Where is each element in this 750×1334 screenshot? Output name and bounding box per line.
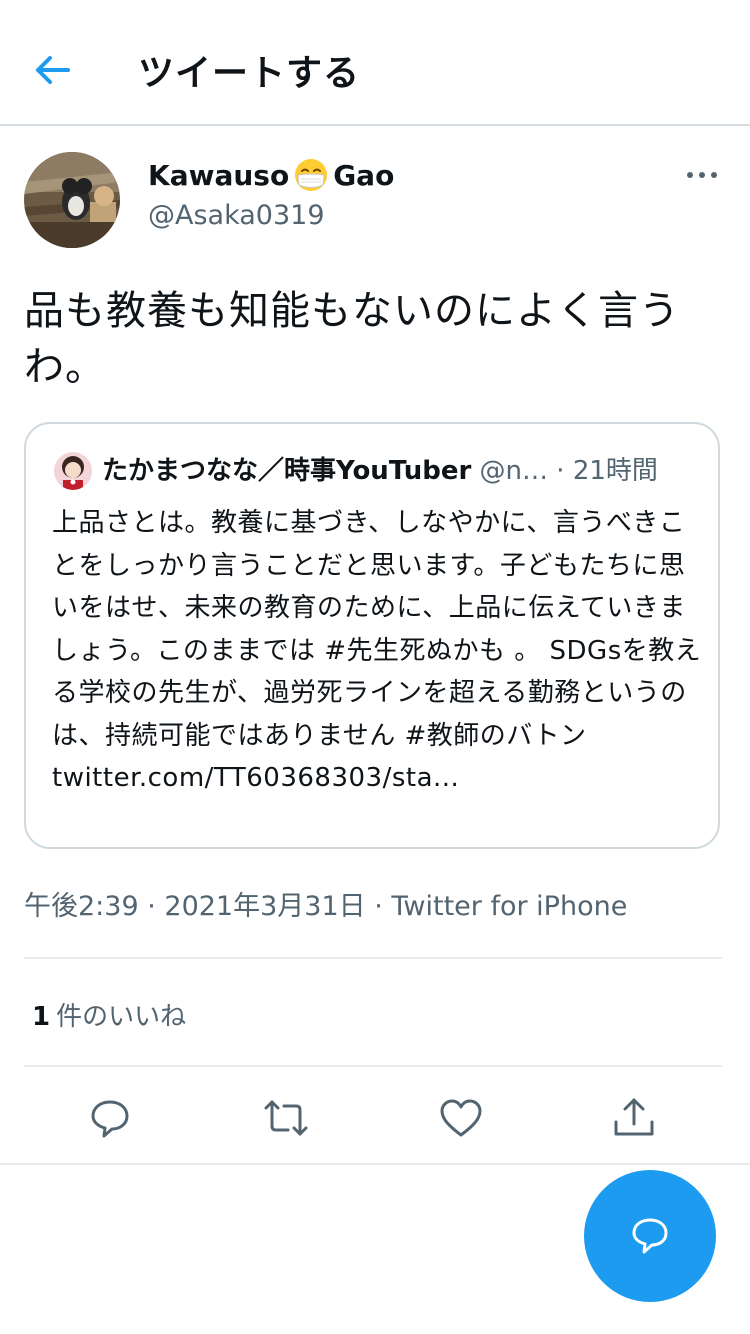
divider [0,1163,750,1165]
quoted-author-avatar [54,452,92,490]
reply-icon [91,1100,129,1138]
tweet-client[interactable]: Twitter for iPhone [391,891,627,922]
back-button[interactable] [28,50,76,90]
quoted-tweet-link[interactable]: twitter.com/TT60368303/sta... [52,763,459,793]
author-handle[interactable]: @Asaka0319 [148,200,325,231]
reply-button[interactable] [86,1094,134,1142]
top-navigation-bar: ツイートする [0,0,750,126]
display-name-text-suffix: Gao [333,158,395,192]
divider [24,1065,722,1067]
tweet-time: 午後2:39 [24,891,139,922]
meta-separator: · [365,891,392,922]
quoted-tweet-card[interactable]: たかまつなな／時事YouTuber @n… · 21時間 上品さとは。教養に基づ… [24,422,720,849]
retweet-button[interactable] [262,1094,310,1142]
tweet-metadata: 午後2:39 · 2021年3月31日 · Twitter for iPhone [24,884,627,923]
share-icon [614,1098,654,1136]
quoted-tweet-body: 上品さとは。教養に基づき、しなやかに、言うべきことをしっかり言うことだと思います… [52,502,702,800]
page-title: ツイートする [138,53,361,94]
like-button[interactable] [437,1094,485,1142]
compose-reply-icon [632,1218,668,1254]
share-button[interactable] [610,1094,658,1142]
quoted-separator: · [556,456,573,486]
tweet-date: 2021年3月31日 [164,891,366,922]
more-horizontal-icon [687,172,717,178]
author-display-name[interactable]: Kawauso Gao [148,157,394,193]
arrow-left-icon [36,56,70,84]
tweet-text: 品も教養も知能もないのによく言うわ。 [24,288,680,390]
likes-label: 件のいいね [56,1002,187,1032]
quoted-author-name: たかまつなな／時事YouTuber [102,456,472,486]
retweet-icon [264,1100,308,1136]
compose-reply-button[interactable] [584,1170,716,1302]
like-heart-icon [440,1099,482,1137]
quoted-timestamp: 21時間 [572,456,658,486]
face-with-medical-mask-emoji [293,157,329,193]
meta-separator: · [138,891,165,922]
likes-number: 1 [32,1002,51,1032]
more-options-button[interactable] [684,160,720,190]
quoted-tweet-header: たかまつなな／時事YouTuber @n… · 21時間 [102,452,702,490]
divider [24,957,722,959]
display-name-text: Kawauso [148,158,290,192]
quoted-author-handle: @n… [479,456,549,486]
quoted-tweet-text: 上品さとは。教養に基づき、しなやかに、言うべきことをしっかり言うことだと思います… [52,508,702,751]
likes-count[interactable]: 1 件のいいね [32,996,186,1033]
author-avatar[interactable] [24,152,120,248]
